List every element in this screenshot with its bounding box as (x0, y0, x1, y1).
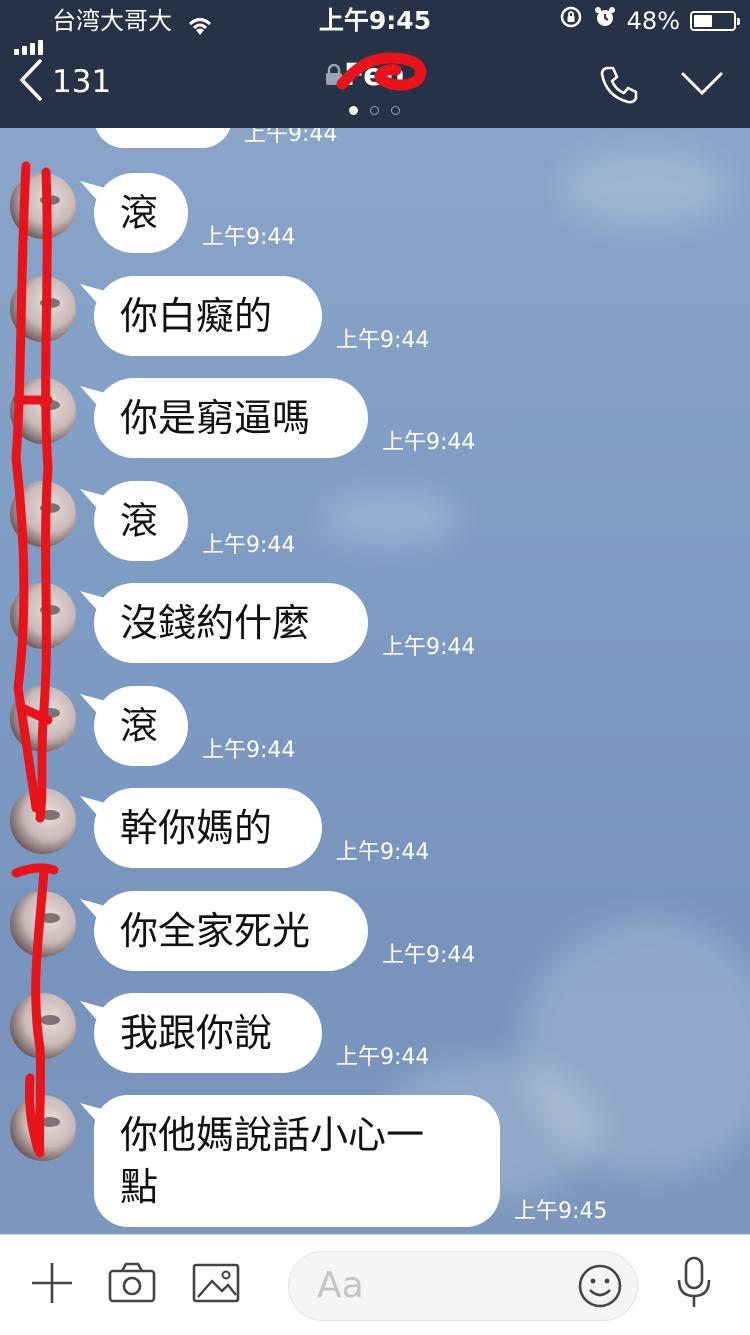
status-bar: 台湾大哥大 上午9:45 48% (0, 0, 750, 55)
avatar[interactable] (10, 173, 76, 239)
camera-icon[interactable] (106, 1259, 158, 1311)
message-time: 上午9:44 (382, 430, 476, 455)
avatar[interactable] (10, 276, 76, 342)
chat-area[interactable]: 上午9:44 滾上午9:44 你白癡的 上午9:44 你是窮逼嗎 上午9:44 滾上午9:… (0, 128, 750, 1234)
message-bubble[interactable]: 你是窮逼嗎 (94, 378, 368, 458)
input-bar: Aa (0, 1234, 750, 1335)
unread-count: 131 (52, 64, 112, 100)
message-bubble[interactable]: 我跟你說 (94, 993, 322, 1073)
background-cloud (560, 148, 730, 228)
emoji-icon[interactable] (577, 1263, 623, 1313)
message-bubble[interactable]: 滾 (94, 686, 188, 766)
message-bubble[interactable]: 滾 (94, 481, 188, 561)
partial-message-bubble (94, 128, 232, 148)
message-bubble[interactable]: 滾 (94, 173, 188, 253)
message-time: 上午9:44 (382, 943, 476, 968)
battery-icon (690, 11, 740, 31)
avatar[interactable] (10, 788, 76, 854)
message-time: 上午9:44 (202, 533, 296, 558)
avatar[interactable] (10, 891, 76, 957)
message-input-placeholder: Aa (317, 1265, 364, 1306)
avatar[interactable] (10, 378, 76, 444)
back-button[interactable]: 131 (18, 58, 111, 106)
message-bubble[interactable]: 你他媽說話小心一 點 (94, 1095, 500, 1227)
image-icon[interactable] (190, 1259, 242, 1311)
top-bar: 台湾大哥大 上午9:45 48% 131 Fen (0, 0, 750, 128)
status-right: 48% (559, 0, 740, 42)
message-bubble[interactable]: 沒錢約什麼 (94, 583, 368, 663)
phone-icon[interactable] (598, 64, 640, 110)
message-time: 上午9:44 (202, 738, 296, 763)
microphone-icon[interactable] (670, 1255, 718, 1315)
message-input[interactable]: Aa (288, 1251, 638, 1321)
message-time: 上午9:44 (382, 635, 476, 660)
message-time: 上午9:44 (336, 840, 430, 865)
message-bubble[interactable]: 你全家死光 (94, 891, 368, 971)
avatar[interactable] (10, 481, 76, 547)
message-time: 上午9:45 (514, 1199, 608, 1224)
message-time: 上午9:44 (336, 328, 430, 353)
page-dot (391, 106, 400, 115)
avatar[interactable] (10, 993, 76, 1059)
message-time: 上午9:44 (336, 1045, 430, 1070)
chevron-down-icon[interactable] (680, 70, 724, 102)
message-bubble[interactable]: 幹你媽的 (94, 788, 322, 868)
plus-icon[interactable] (28, 1259, 76, 1311)
partial-message-time: 上午9:44 (244, 128, 338, 147)
avatar[interactable] (10, 686, 76, 752)
rotation-lock-icon (559, 0, 583, 42)
alarm-icon (593, 0, 617, 42)
title-redaction-scribble (336, 52, 427, 91)
page-indicator (349, 106, 400, 115)
page-dot (349, 106, 358, 115)
message-bubble[interactable]: 你白癡的 (94, 276, 322, 356)
avatar[interactable] (10, 583, 76, 649)
message-time: 上午9:44 (202, 225, 296, 250)
back-chevron-icon (18, 58, 44, 106)
battery-percent: 48% (626, 7, 680, 35)
page-dot (370, 106, 379, 115)
avatar[interactable] (10, 1095, 76, 1161)
background-cloud (320, 488, 460, 548)
